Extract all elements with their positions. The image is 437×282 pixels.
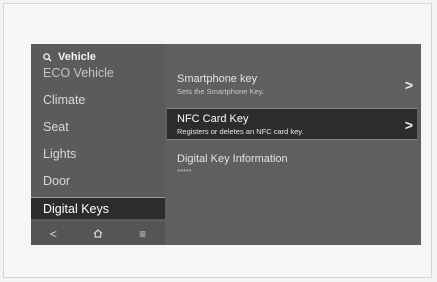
- sidebar-item-label: Climate: [43, 93, 86, 107]
- row-subtitle: Sets the Smartphone Key.: [177, 87, 264, 96]
- sidebar-item-label: Lights: [43, 147, 77, 161]
- back-button[interactable]: <: [38, 224, 68, 244]
- bottom-navigation-bar: < ≡: [31, 222, 165, 245]
- row-subtitle: *****: [177, 167, 192, 176]
- menu-button[interactable]: ≡: [128, 224, 158, 244]
- sidebar-item-seat[interactable]: Seat: [31, 116, 165, 138]
- row-title: Digital Key Information: [177, 153, 288, 165]
- sidebar-item-climate[interactable]: Climate: [31, 89, 165, 111]
- content-panel: Smartphone key Sets the Smartphone Key. …: [167, 44, 421, 245]
- search-icon: [43, 52, 52, 62]
- sidebar-item-label: ECO Vehicle: [43, 66, 114, 80]
- home-button[interactable]: [83, 224, 113, 244]
- sidebar: Vehicle ECO Vehicle Climate Seat Lights …: [31, 44, 165, 245]
- infotainment-screen: Vehicle ECO Vehicle Climate Seat Lights …: [31, 44, 421, 245]
- row-title: Smartphone key: [177, 73, 258, 85]
- figure-frame: Vehicle ECO Vehicle Climate Seat Lights …: [3, 3, 432, 278]
- menu-row-nfc-card-key[interactable]: NFC Card Key Registers or deletes an NFC…: [167, 108, 417, 140]
- sidebar-item-lights[interactable]: Lights: [31, 143, 165, 165]
- sidebar-item-label: Door: [43, 174, 71, 188]
- row-title: NFC Card Key: [177, 113, 249, 125]
- chevron-left-icon: <: [49, 226, 57, 241]
- home-icon: [83, 224, 113, 244]
- hamburger-icon: ≡: [139, 226, 147, 241]
- chevron-right-icon: >: [404, 117, 413, 133]
- menu-row-smartphone-key[interactable]: Smartphone key Sets the Smartphone Key. …: [167, 69, 417, 101]
- sidebar-item-eco-vehicle[interactable]: ECO Vehicle: [31, 62, 165, 84]
- chevron-right-icon: >: [404, 77, 413, 93]
- sidebar-item-label: Digital Keys: [43, 202, 109, 216]
- sidebar-item-digital-keys[interactable]: Digital Keys: [31, 197, 165, 219]
- row-subtitle: Registers or deletes an NFC card key.: [177, 127, 304, 136]
- sidebar-item-door[interactable]: Door: [31, 170, 165, 192]
- menu-row-digital-key-information[interactable]: Digital Key Information *****: [167, 149, 417, 181]
- sidebar-item-label: Seat: [43, 120, 69, 134]
